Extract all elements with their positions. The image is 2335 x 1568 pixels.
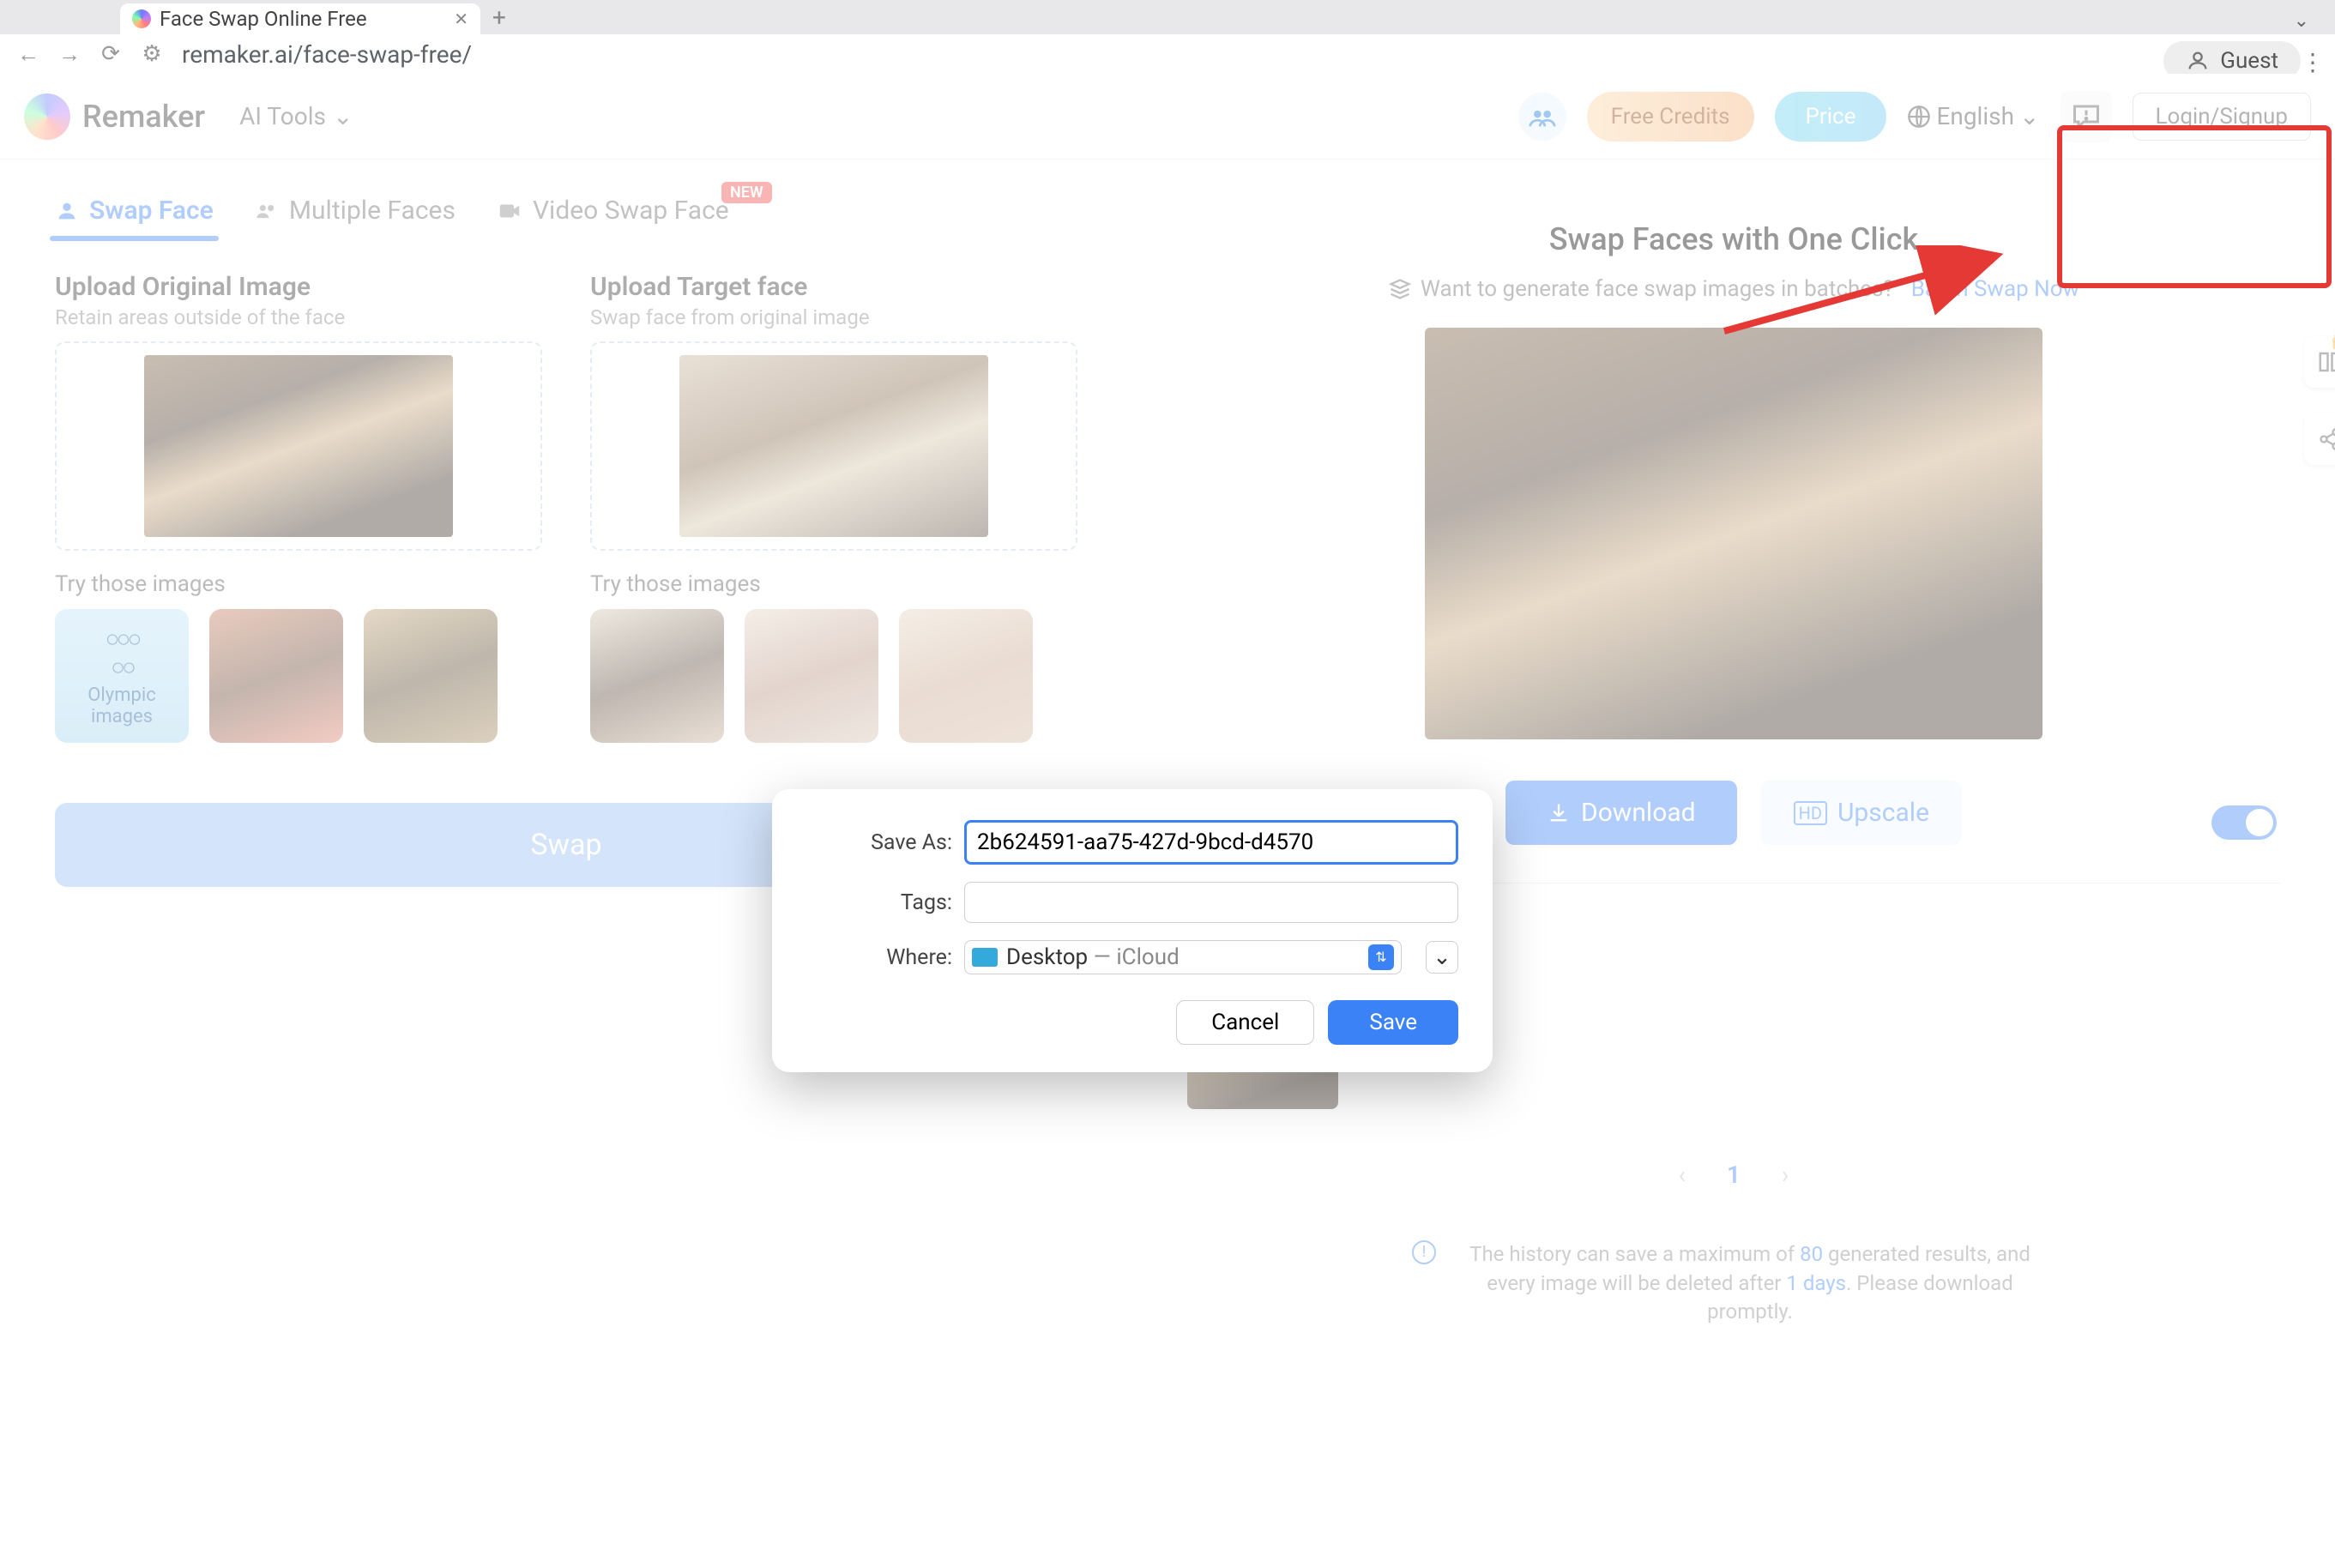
folder-name: Desktop — [1006, 944, 1088, 970]
where-select[interactable]: Desktop — iCloud ⇅ — [964, 940, 1402, 974]
save-button[interactable]: Save — [1328, 1000, 1458, 1045]
url-field[interactable]: remaker.ai/face-swap-free/ — [182, 40, 2318, 69]
address-bar: ← → ⟳ ⚙ remaker.ai/face-swap-free/ — [0, 34, 2335, 74]
guest-label: Guest — [2220, 48, 2278, 74]
tab-bar: Face Swap Online Free ✕ + ⌄ — [0, 0, 2335, 34]
folder-icon — [972, 948, 998, 967]
expand-dialog-icon[interactable]: ⌄ — [1426, 941, 1458, 974]
tags-label: Tags: — [806, 890, 952, 915]
tab-favicon-icon — [132, 9, 151, 28]
browser-chrome: Face Swap Online Free ✕ + ⌄ ← → ⟳ ⚙ rema… — [0, 0, 2335, 74]
user-icon — [2186, 49, 2210, 73]
filename-input[interactable] — [964, 820, 1458, 865]
browser-menu-icon[interactable]: ⋮ — [2301, 48, 2325, 76]
forward-icon[interactable]: → — [58, 41, 81, 68]
reload-icon[interactable]: ⟳ — [100, 41, 122, 67]
site-settings-icon[interactable]: ⚙ — [141, 41, 163, 67]
new-tab-button[interactable]: + — [492, 3, 506, 32]
save-as-label: Save As: — [806, 830, 952, 855]
back-icon[interactable]: ← — [17, 41, 39, 68]
folder-cloud: — iCloud — [1088, 944, 1180, 970]
stepper-icon[interactable]: ⇅ — [1368, 944, 1394, 970]
tags-input[interactable] — [964, 882, 1458, 923]
tab-title: Face Swap Online Free — [160, 7, 367, 31]
save-dialog: Save As: Tags: Where: Desktop — iCloud ⇅… — [772, 789, 1493, 1072]
tabs-menu-icon[interactable]: ⌄ — [2294, 10, 2309, 32]
cancel-button[interactable]: Cancel — [1176, 1000, 1314, 1045]
where-label: Where: — [806, 945, 952, 970]
close-tab-icon[interactable]: ✕ — [454, 9, 468, 29]
browser-tab[interactable]: Face Swap Online Free ✕ — [120, 3, 480, 34]
